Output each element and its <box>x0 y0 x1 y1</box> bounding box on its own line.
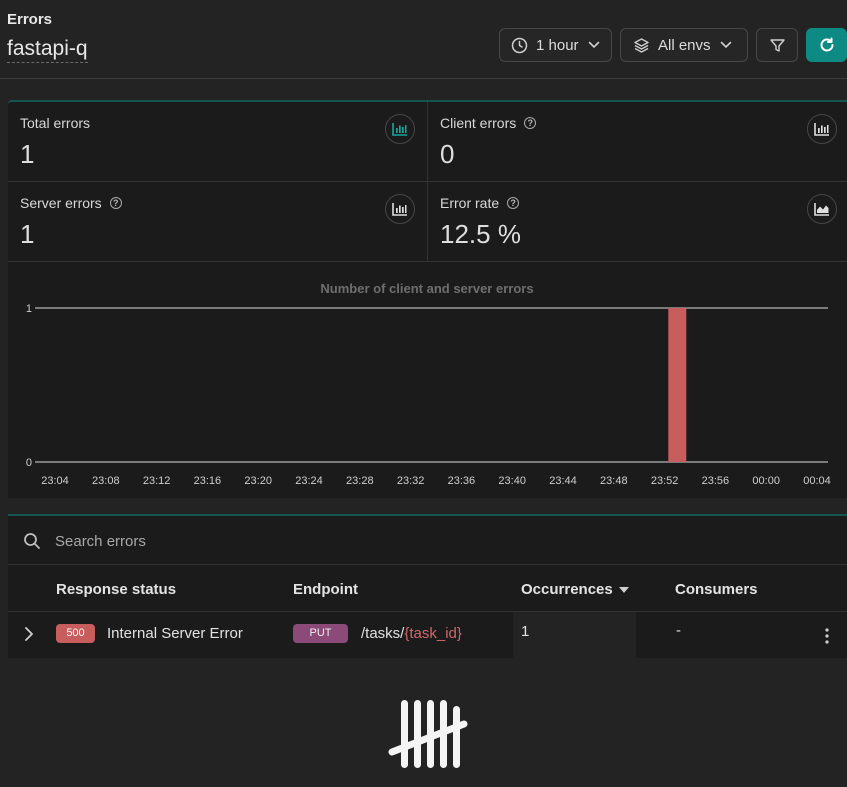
y-tick-label: 1 <box>26 303 32 315</box>
occurrences-cell: 1 <box>513 612 636 658</box>
x-tick-label: 23:12 <box>143 475 171 487</box>
stat-server-errors: Server errors? 1 <box>8 182 428 262</box>
errors-table-card: Response status Endpoint Occurrences Con… <box>8 514 847 658</box>
stat-total-errors: Total errors 1 <box>8 102 428 182</box>
column-header-label: Occurrences <box>521 581 613 598</box>
search-icon <box>24 533 40 549</box>
refresh-icon <box>820 37 833 52</box>
column-header-endpoint[interactable]: Endpoint <box>293 581 358 598</box>
endpoint-path: /tasks/{task_id} <box>361 625 462 642</box>
apitally-logo-icon <box>388 700 468 768</box>
help-icon[interactable]: ? <box>524 117 537 129</box>
x-tick-label: 23:52 <box>651 475 679 487</box>
x-tick-label: 23:40 <box>498 475 526 487</box>
method-badge: PUT <box>293 624 348 643</box>
env-select[interactable]: All envs <box>620 28 748 62</box>
area-chart-icon <box>814 203 829 216</box>
x-tick-label: 23:08 <box>92 475 120 487</box>
stat-value: 1 <box>20 139 35 169</box>
column-header-consumers[interactable]: Consumers <box>675 581 758 598</box>
chevron-down-icon <box>720 41 731 49</box>
x-tick-label: 23:32 <box>397 475 425 487</box>
time-range-select[interactable]: 1 hour <box>499 28 612 62</box>
page-header: Errors fastapi-q 1 hour All envs <box>0 0 847 79</box>
stat-error-rate: Error rate? 12.5 % <box>428 182 847 262</box>
page-title: Errors <box>7 11 53 28</box>
stat-value: 1 <box>20 219 35 249</box>
errors-chart-svg: Number of client and server errors 0 1 23:0… <box>26 281 831 487</box>
x-tick-label: 23:20 <box>244 475 272 487</box>
y-tick-label: 0 <box>26 457 32 469</box>
sort-desc-icon <box>618 586 629 593</box>
chart-title: Number of client and server errors <box>320 281 533 296</box>
help-icon[interactable]: ? <box>507 197 520 209</box>
clock-icon <box>511 37 528 53</box>
search-input[interactable] <box>55 528 655 554</box>
stat-value: 12.5 % <box>440 219 521 249</box>
column-header-response-status[interactable]: Response status <box>56 581 176 598</box>
stat-label: Server errors <box>20 195 102 211</box>
chart-bar <box>668 308 687 462</box>
x-tick-label: 23:48 <box>600 475 628 487</box>
errors-overview-card: Total errors 1 Client errors? 0 Server e… <box>8 100 847 498</box>
filter-icon <box>769 38 785 52</box>
more-options-icon[interactable] <box>820 626 834 646</box>
layers-icon <box>634 37 649 53</box>
x-tick-label: 23:44 <box>549 475 577 487</box>
x-tick-label: 23:24 <box>295 475 323 487</box>
chart-toggle-button[interactable] <box>807 114 837 144</box>
x-tick-label: 23:36 <box>448 475 476 487</box>
chevron-down-icon <box>588 41 599 49</box>
stat-label: Total errors <box>20 115 91 131</box>
endpoint-path-param: {task_id} <box>404 625 462 642</box>
x-tick-label: 00:00 <box>752 475 780 487</box>
chart-toggle-button[interactable] <box>385 194 415 224</box>
table-row[interactable]: 500 Internal Server Error PUT /tasks/{ta… <box>8 612 847 658</box>
time-range-label: 1 hour <box>536 36 579 54</box>
help-icon[interactable]: ? <box>109 197 122 209</box>
occurrences-value: 1 <box>521 623 530 640</box>
env-label: All envs <box>658 36 711 54</box>
filter-button[interactable] <box>756 28 798 62</box>
errors-chart: Number of client and server errors 0 1 23:0… <box>8 262 847 498</box>
column-header-occurrences[interactable]: Occurrences <box>521 581 629 598</box>
chart-toggle-button[interactable] <box>385 114 415 144</box>
x-tick-label: 23:56 <box>702 475 730 487</box>
stat-value: 0 <box>440 139 455 169</box>
x-tick-label: 00:04 <box>803 475 831 487</box>
chart-toggle-button[interactable] <box>807 194 837 224</box>
status-text: Internal Server Error <box>107 625 243 642</box>
app-name[interactable]: fastapi-q <box>7 37 88 63</box>
search-bar <box>8 516 847 565</box>
x-tick-label: 23:04 <box>41 475 69 487</box>
chevron-right-icon[interactable] <box>22 626 36 642</box>
bar-chart-icon <box>392 123 407 136</box>
bar-chart-icon <box>392 203 407 216</box>
stat-label: Client errors <box>440 115 517 131</box>
status-code-badge: 500 <box>56 624 95 643</box>
table-header: Response status Endpoint Occurrences Con… <box>8 565 847 612</box>
endpoint-path-prefix: /tasks/ <box>361 625 405 642</box>
consumers-value: - <box>676 622 681 639</box>
refresh-button[interactable] <box>806 28 847 62</box>
x-tick-label: 23:16 <box>194 475 222 487</box>
stat-client-errors: Client errors? 0 <box>428 102 847 182</box>
x-tick-label: 23:28 <box>346 475 374 487</box>
stat-label: Error rate <box>440 195 500 211</box>
bar-chart-icon <box>814 123 829 136</box>
